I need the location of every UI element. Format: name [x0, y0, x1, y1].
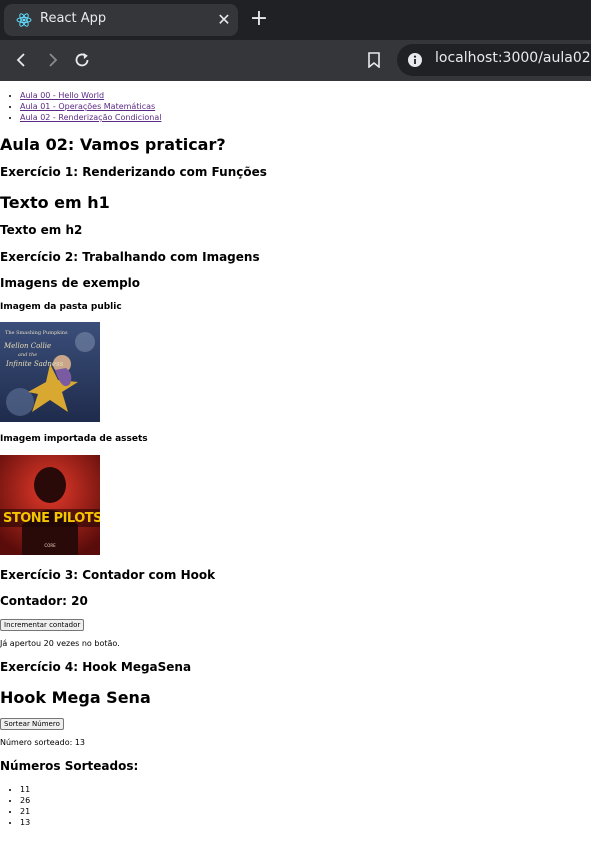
bookmark-icon[interactable] [362, 48, 386, 72]
url-text[interactable]: localhost:3000/aula02 [435, 50, 591, 66]
svg-text:CORE: CORE [44, 543, 56, 548]
drawn-numbers-title: Números Sorteados: [0, 759, 139, 773]
list-item: 13 [20, 817, 30, 828]
list-item: 11 [20, 784, 30, 795]
drawn-numbers-list: 11 26 21 13 [0, 784, 30, 828]
nav-item: Aula 00 - Hello World [20, 90, 161, 101]
megasena-title: Hook Mega Sena [0, 688, 151, 707]
nav-link-aula01[interactable]: Aula 01 - Operações Matemáticas [20, 102, 155, 111]
clicks-text: Já apertou 20 vezes no botão. [0, 639, 120, 648]
page-content: Aula 00 - Hello World Aula 01 - Operaçõe… [0, 81, 591, 854]
info-icon[interactable] [407, 52, 423, 68]
react-logo-icon [16, 13, 32, 27]
assets-album-image: CORE STONE PILOTS [0, 455, 100, 555]
nav-link-aula00[interactable]: Aula 00 - Hello World [20, 91, 104, 100]
counter-label: Contador: 20 [0, 594, 88, 608]
svg-text:Mellon Collie: Mellon Collie [3, 342, 51, 350]
list-item: 21 [20, 806, 30, 817]
list-item: 26 [20, 795, 30, 806]
page-title: Aula 02: Vamos praticar? [0, 135, 226, 154]
exercise-2-title: Exercício 2: Trabalhando com Imagens [0, 250, 260, 264]
browser-tab[interactable]: React App ✕ [4, 4, 238, 36]
nav-item: Aula 02 - Renderização Condicional [20, 112, 161, 123]
address-bar[interactable]: localhost:3000/aula02 [397, 44, 591, 76]
browser-tabstrip: React App ✕ + [0, 0, 591, 40]
public-image-label: Imagem da pasta public [0, 302, 122, 312]
svg-text:Infinite Sadness: Infinite Sadness [5, 360, 64, 368]
forward-icon[interactable] [40, 48, 64, 72]
images-title: Imagens de exemplo [0, 276, 141, 290]
nav-link-aula02[interactable]: Aula 02 - Renderização Condicional [20, 113, 161, 122]
reload-icon[interactable] [70, 48, 94, 72]
draw-number-button[interactable]: Sortear Número [0, 718, 64, 730]
new-tab-icon[interactable]: + [248, 8, 270, 30]
album2-title-text: STONE PILOTS [3, 511, 100, 526]
tab-title: React App [40, 11, 107, 26]
exercise-3-title: Exercício 3: Contador com Hook [0, 568, 216, 582]
increment-counter-button[interactable]: Incrementar contador [0, 619, 85, 631]
exercise-4-title: Exercício 4: Hook MegaSena [0, 660, 192, 674]
h1-sample-text: Texto em h1 [0, 193, 110, 212]
nav-item: Aula 01 - Operações Matemáticas [20, 101, 161, 112]
h2-sample-text: Texto em h2 [0, 223, 83, 237]
svg-text:and the: and the [18, 352, 37, 358]
close-tab-icon[interactable]: ✕ [214, 10, 234, 30]
svg-text:The Smashing Pumpkins: The Smashing Pumpkins [5, 330, 68, 336]
drawn-number-text: Número sorteado: 13 [0, 738, 86, 747]
back-icon[interactable] [10, 48, 34, 72]
public-album-image: The Smashing Pumpkins Mellon Collie and … [0, 322, 100, 422]
browser-toolbar: localhost:3000/aula02 [0, 40, 591, 81]
assets-image-label: Imagem importada de assets [0, 434, 148, 444]
exercise-1-title: Exercício 1: Renderizando com Funções [0, 165, 267, 179]
